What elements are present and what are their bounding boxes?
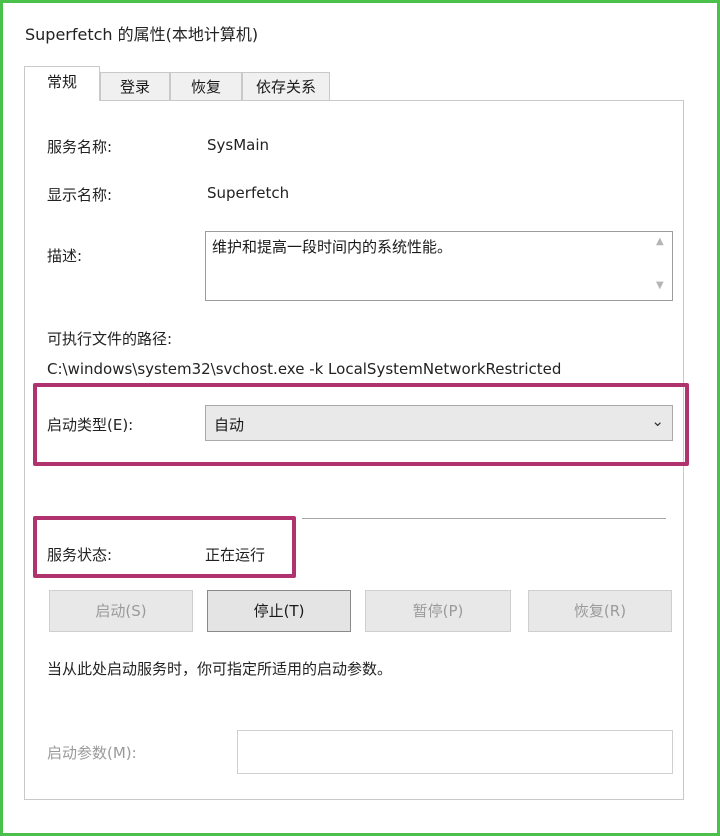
resume-button[interactable]: 恢复(R)	[528, 590, 672, 632]
chevron-down-icon[interactable]: ⌄	[651, 412, 664, 430]
start-button[interactable]: 启动(S)	[49, 590, 193, 632]
display-name-label: 显示名称:	[47, 186, 113, 204]
tab-dependencies[interactable]: 依存关系	[242, 72, 330, 100]
title-bar: Superfetch 的属性(本地计算机)	[3, 3, 717, 53]
start-params-label: 启动参数(M):	[47, 744, 137, 762]
description-text: 维护和提高一段时间内的系统性能。	[212, 238, 453, 256]
window-title: Superfetch 的属性(本地计算机)	[25, 25, 259, 44]
pause-button[interactable]: 暂停(P)	[365, 590, 511, 632]
start-params-hint: 当从此处启动服务时，你可指定所适用的启动参数。	[47, 660, 393, 678]
startup-type-value: 自动	[214, 416, 245, 434]
exec-path-value: C:\windows\system32\svchost.exe -k Local…	[47, 360, 562, 378]
service-name-value: SysMain	[207, 136, 270, 154]
description-scrollbar[interactable]: ▲ ▼	[650, 232, 672, 300]
start-params-input[interactable]	[237, 730, 673, 774]
description-label: 描述:	[47, 247, 83, 265]
service-name-label: 服务名称:	[47, 138, 113, 156]
service-status-value: 正在运行	[205, 546, 266, 564]
tab-recovery[interactable]: 恢复	[170, 72, 242, 100]
description-box[interactable]: 维护和提高一段时间内的系统性能。 ▲ ▼	[205, 231, 673, 301]
display-name-value: Superfetch	[207, 184, 290, 202]
scroll-up-icon[interactable]: ▲	[656, 236, 664, 247]
startup-type-label: 启动类型(E):	[47, 416, 134, 434]
service-status-label: 服务状态:	[47, 546, 113, 564]
startup-type-select[interactable]: 自动 ⌄	[205, 405, 673, 441]
stop-button[interactable]: 停止(T)	[207, 590, 351, 632]
section-separator	[302, 518, 666, 519]
exec-path-label: 可执行文件的路径:	[47, 330, 173, 348]
tab-logon[interactable]: 登录	[100, 72, 170, 100]
tab-general[interactable]: 常规	[24, 66, 100, 101]
scroll-down-icon[interactable]: ▼	[656, 280, 664, 291]
